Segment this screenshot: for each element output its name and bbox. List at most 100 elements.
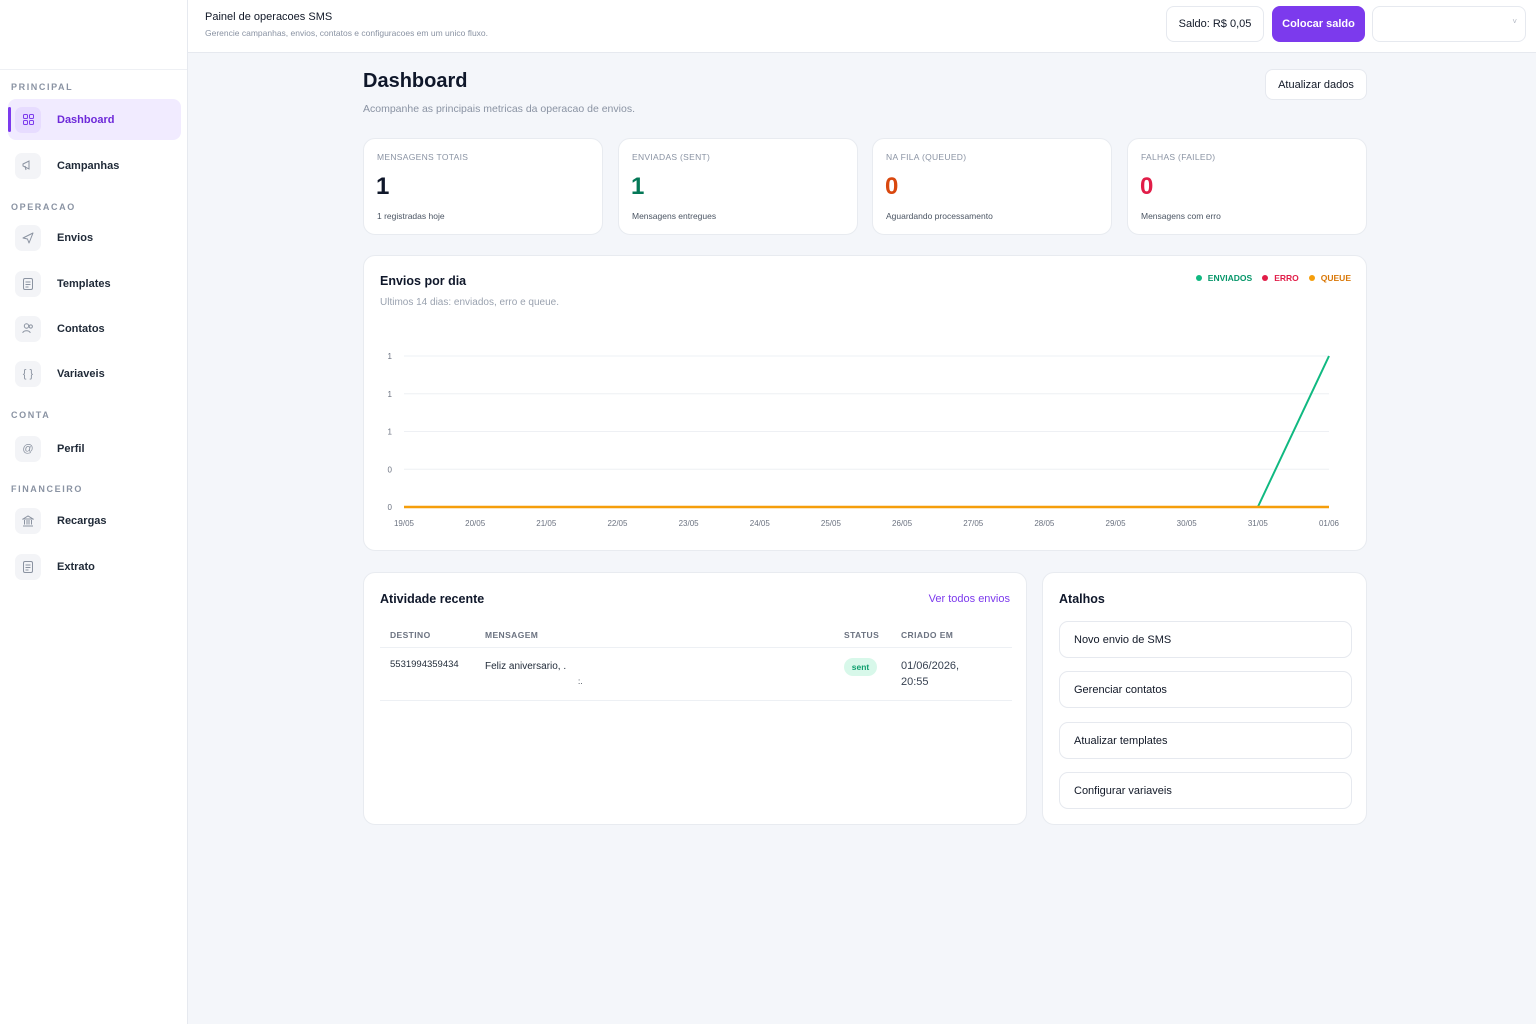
- stat-label: FALHAS (FAILED): [1141, 152, 1216, 162]
- receipt-icon: [15, 553, 41, 580]
- grid-icon: [15, 106, 41, 133]
- top-bar: Painel de operacoes SMS Gerencie campanh…: [188, 0, 1536, 53]
- row-date: 01/06/2026,: [901, 660, 960, 672]
- line-chart: 1110019/05 20/05 21/05 22/05 23/05 24/05 25/05…: [388, 352, 1340, 528]
- section-label-financeiro: FINANCEIRO: [11, 484, 83, 494]
- sidebar-item-label: Recargas: [57, 514, 107, 527]
- recent-activity-title: Atividade recente: [380, 592, 485, 606]
- chart-card: Envios por dia Ultimos 14 dias: enviados…: [363, 255, 1367, 551]
- shortcut-new-sms[interactable]: Novo envio de SMS: [1059, 621, 1352, 658]
- bank-icon: [15, 507, 41, 534]
- at-sign-icon: @: [15, 435, 41, 462]
- x-tick-label: 21/05: [536, 519, 557, 528]
- stat-card-failed: FALHAS (FAILED) 0 Mensagens com erro: [1127, 138, 1367, 235]
- x-tick-label: 31/05: [1248, 519, 1269, 528]
- row-destino: 5531994359434: [390, 659, 459, 670]
- header-subtitle: Gerencie campanhas, envios, contatos e c…: [205, 28, 489, 38]
- x-tick-label: 22/05: [607, 519, 628, 528]
- column-header-criado: CRIADO EM: [901, 630, 954, 640]
- shortcuts-title: Atalhos: [1059, 592, 1105, 606]
- stat-label: NA FILA (QUEUED): [886, 152, 967, 162]
- row-mensagem: Feliz aniversario, .: [485, 661, 567, 672]
- refresh-data-button[interactable]: Atualizar dados: [1265, 69, 1367, 100]
- sidebar-item-label: Extrato: [57, 560, 95, 573]
- stat-note: Mensagens com erro: [1141, 211, 1221, 221]
- stat-label: ENVIADAS (SENT): [632, 152, 711, 162]
- see-all-sends-link[interactable]: Ver todos envios: [929, 593, 1010, 605]
- sidebar-item-contatos[interactable]: Contatos: [8, 308, 181, 349]
- sidebar-item-perfil[interactable]: @ Perfil: [8, 428, 181, 469]
- column-header-mensagem: MENSAGEM: [485, 630, 539, 640]
- x-tick-label: 24/05: [750, 519, 771, 528]
- shortcut-manage-contacts[interactable]: Gerenciar contatos: [1059, 671, 1352, 708]
- x-tick-label: 30/05: [1177, 519, 1198, 528]
- page-subtitle: Acompanhe as principais metricas da oper…: [363, 103, 635, 115]
- page-title: Dashboard: [363, 70, 468, 92]
- row-mensagem-cont: :.: [578, 677, 583, 686]
- sidebar-item-label: Dashboard: [57, 113, 115, 126]
- x-tick-label: 20/05: [465, 519, 486, 528]
- x-tick-label: 28/05: [1034, 519, 1055, 528]
- header-title: Painel de operacoes SMS: [205, 11, 333, 23]
- x-tick-label: 26/05: [892, 519, 913, 528]
- stat-value: 1: [631, 173, 645, 200]
- sidebar-item-label: Variaveis: [57, 367, 105, 380]
- chevron-down-icon: ˅: [1512, 17, 1517, 26]
- sidebar-item-label: Envios: [57, 231, 94, 244]
- document-icon: [15, 270, 41, 297]
- stat-card-total: MENSAGENS TOTAIS 1 1 registradas hoje: [363, 138, 603, 235]
- x-tick-label: 23/05: [679, 519, 700, 528]
- sidebar: PRINCIPAL Dashboard Campanhas OPERACAO E…: [0, 0, 188, 1024]
- sidebar-item-variaveis[interactable]: { } Variaveis: [8, 353, 181, 394]
- y-tick-label: 1: [388, 352, 393, 361]
- section-label-conta: CONTA: [11, 410, 51, 420]
- sidebar-item-label: Perfil: [57, 442, 85, 455]
- column-header-destino: DESTINO: [390, 630, 431, 640]
- braces-icon: { }: [15, 360, 41, 387]
- stat-label: MENSAGENS TOTAIS: [377, 152, 469, 162]
- sidebar-item-campanhas[interactable]: Campanhas: [8, 145, 181, 186]
- megaphone-icon: [15, 152, 41, 179]
- users-icon: [15, 315, 41, 342]
- recent-activity-card: Atividade recente Ver todos envios DESTI…: [363, 572, 1027, 825]
- sidebar-item-templates[interactable]: Templates: [8, 263, 181, 304]
- sidebar-item-label: Contatos: [57, 322, 105, 335]
- shortcuts-card: Atalhos Novo envio de SMS Gerenciar cont…: [1042, 572, 1367, 825]
- y-tick-label: 1: [388, 390, 393, 399]
- sidebar-item-dashboard[interactable]: Dashboard: [8, 99, 181, 140]
- stat-note: 1 registradas hoje: [377, 211, 445, 221]
- stat-card-sent: ENVIADAS (SENT) 1 Mensagens entregues: [618, 138, 858, 235]
- y-tick-label: 1: [388, 428, 393, 437]
- table-divider: [380, 700, 1012, 701]
- sidebar-item-label: Campanhas: [57, 159, 120, 172]
- add-balance-button[interactable]: Colocar saldo: [1272, 6, 1365, 42]
- sidebar-item-label: Templates: [57, 277, 111, 290]
- table-divider: [380, 647, 1012, 648]
- section-label-principal: PRINCIPAL: [11, 82, 74, 92]
- x-tick-label: 19/05: [394, 519, 415, 528]
- x-tick-label: 27/05: [963, 519, 984, 528]
- column-header-status: STATUS: [844, 630, 880, 640]
- stat-value: 0: [1140, 173, 1154, 200]
- balance-display: Saldo: R$ 0,05: [1166, 6, 1264, 42]
- section-label-operacao: OPERACAO: [11, 202, 76, 212]
- stat-note: Aguardando processamento: [886, 211, 993, 221]
- shortcut-update-templates[interactable]: Atualizar templates: [1059, 722, 1352, 759]
- stat-value: 0: [885, 173, 899, 200]
- stat-value: 1: [376, 173, 390, 200]
- y-tick-label: 0: [388, 465, 393, 474]
- row-time: 20:55: [901, 676, 929, 688]
- stat-card-queued: NA FILA (QUEUED) 0 Aguardando processame…: [872, 138, 1112, 235]
- sidebar-item-extrato[interactable]: Extrato: [8, 546, 181, 587]
- sidebar-logo-area: [0, 0, 187, 70]
- x-tick-label: 01/06: [1319, 519, 1340, 528]
- x-tick-label: 25/05: [821, 519, 842, 528]
- shortcut-configure-variables[interactable]: Configurar variaveis: [1059, 772, 1352, 809]
- x-tick-label: 29/05: [1106, 519, 1127, 528]
- user-menu[interactable]: ˅: [1372, 6, 1526, 42]
- sidebar-item-recargas[interactable]: Recargas: [8, 500, 181, 541]
- sidebar-item-envios[interactable]: Envios: [8, 217, 181, 258]
- status-badge: sent: [844, 658, 877, 676]
- stat-note: Mensagens entregues: [632, 211, 717, 221]
- y-tick-label: 0: [388, 503, 393, 512]
